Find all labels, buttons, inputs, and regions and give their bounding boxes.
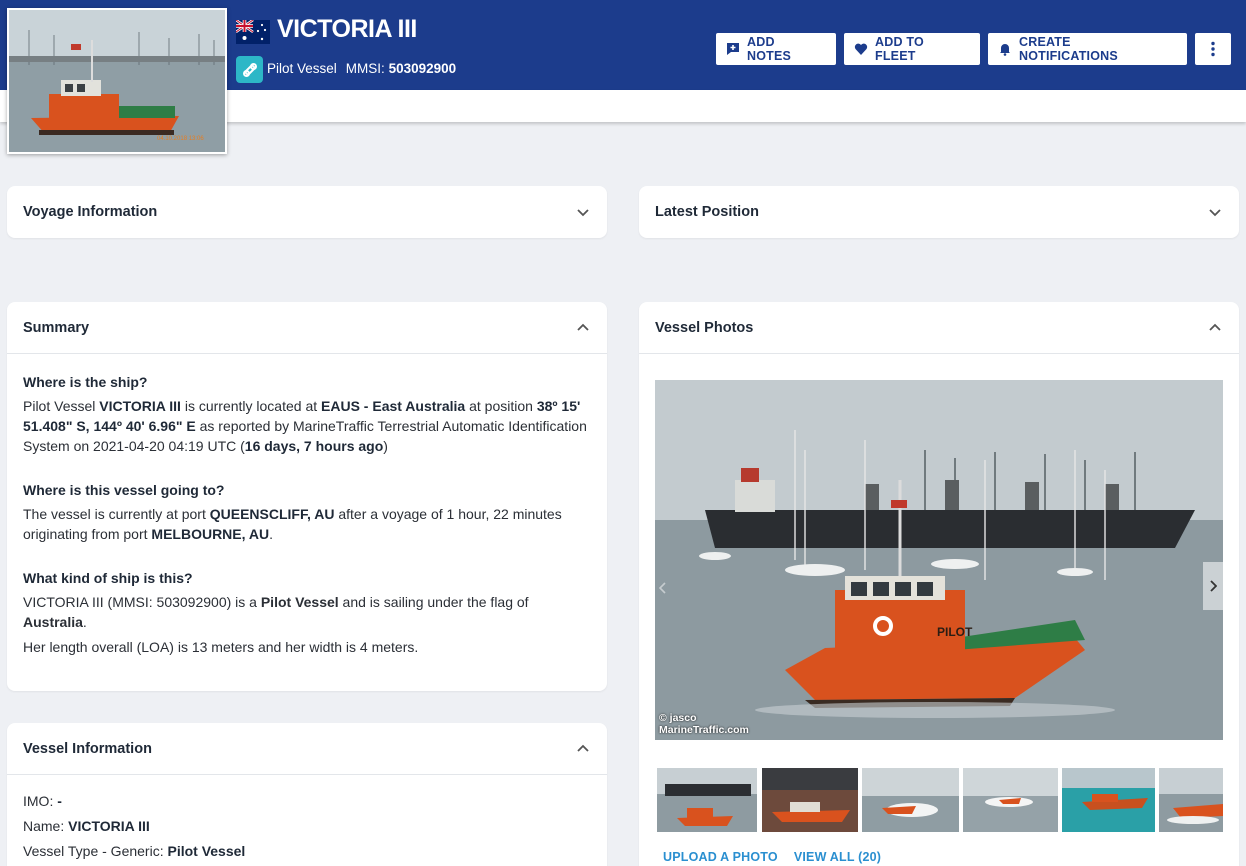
add-notes-label: ADD NOTES bbox=[747, 35, 792, 63]
vessel-main-thumbnail[interactable]: 04.10.2018 13:06 bbox=[7, 8, 227, 154]
vessel-main-photo[interactable]: PILOT © jasco MarineTraffic.com bbox=[655, 380, 1223, 740]
info-type-row: Vessel Type - Generic: Pilot Vessel bbox=[23, 843, 246, 859]
voyage-information-title: Voyage Information bbox=[23, 204, 158, 220]
photo-credit-site: MarineTraffic.com bbox=[659, 724, 749, 736]
create-notifications-button[interactable]: CREATE NOTIFICATIONS bbox=[988, 33, 1187, 65]
chevron-left-icon bbox=[659, 582, 666, 594]
add-to-fleet-button[interactable]: ADD TO FLEET bbox=[844, 33, 980, 65]
vessel-information-header[interactable]: Vessel Information bbox=[7, 723, 607, 775]
vessel-information-card: Vessel Information IMO: - Name: VICTORIA… bbox=[7, 723, 607, 866]
view-all-photos-link[interactable]: VIEW ALL (20) bbox=[794, 850, 881, 864]
vessel-information-title: Vessel Information bbox=[23, 740, 152, 757]
summary-question-destination: Where is this vessel going to? bbox=[23, 482, 225, 498]
mmsi-value: 503092900 bbox=[388, 61, 457, 76]
bell-icon bbox=[998, 42, 1012, 56]
vessel-subline: Pilot Vessel MMSI: 503092900 bbox=[267, 61, 456, 76]
chevron-up-icon bbox=[577, 323, 589, 331]
vertical-dots-icon bbox=[1211, 41, 1215, 57]
pilot-vessel-type-icon bbox=[236, 56, 263, 83]
add-to-fleet-label: ADD TO FLEET bbox=[875, 35, 924, 63]
vessel-information-body: IMO: - Name: VICTORIA III Vessel Type - … bbox=[7, 775, 607, 864]
chevron-up-icon bbox=[577, 744, 589, 752]
latest-position-card: Latest Position bbox=[639, 186, 1239, 238]
chevron-right-icon bbox=[1210, 580, 1217, 592]
summary-title: Summary bbox=[23, 319, 90, 336]
vessel-mmsi: MMSI: 503092900 bbox=[346, 61, 456, 76]
latest-position-title: Latest Position bbox=[655, 204, 759, 220]
summary-question-ship-kind: What kind of ship is this? bbox=[23, 570, 193, 586]
chevron-down-icon bbox=[1209, 209, 1221, 217]
mmsi-label: MMSI: bbox=[345, 61, 385, 76]
summary-header[interactable]: Summary bbox=[7, 302, 607, 354]
vessel-photos-card: Vessel Photos PILOT © jasco MarineTraffi… bbox=[639, 302, 1239, 866]
summary-answer-location: Pilot Vessel VICTORIA III is currently l… bbox=[23, 398, 587, 454]
photo-credit: © jasco MarineTraffic.com bbox=[659, 712, 749, 736]
summary-card: Summary Where is the ship? Pilot Vessel … bbox=[7, 302, 607, 691]
photo-thumbnail[interactable] bbox=[657, 768, 757, 832]
photo-thumbnail[interactable] bbox=[762, 768, 858, 832]
chevron-down-icon bbox=[577, 209, 589, 217]
info-name-row: Name: VICTORIA III bbox=[23, 818, 150, 834]
more-options-button[interactable] bbox=[1195, 33, 1231, 65]
latest-position-header[interactable]: Latest Position bbox=[639, 186, 1239, 238]
voyage-information-card: Voyage Information bbox=[7, 186, 607, 238]
pilot-hull-text: PILOT bbox=[937, 625, 973, 639]
photo-thumbnail[interactable] bbox=[1159, 768, 1223, 832]
upload-photo-link[interactable]: UPLOAD A PHOTO bbox=[663, 850, 778, 864]
photo-thumbnail[interactable] bbox=[963, 768, 1058, 832]
photo-next-button[interactable] bbox=[1203, 562, 1223, 610]
photo-thumbnail[interactable] bbox=[862, 768, 959, 832]
summary-answer-ship-kind: VICTORIA III (MMSI: 503092900) is a Pilo… bbox=[23, 594, 529, 630]
vessel-name-title: VICTORIA III bbox=[277, 15, 417, 43]
australia-flag-icon bbox=[236, 20, 270, 44]
photo-credit-author: © jasco bbox=[659, 712, 697, 724]
vessel-photos-title: Vessel Photos bbox=[655, 319, 754, 336]
summary-answer-destination: The vessel is currently at port QUEENSCL… bbox=[23, 506, 562, 542]
summary-body: Where is the ship? Pilot Vessel VICTORIA… bbox=[7, 354, 607, 657]
info-imo-row: IMO: - bbox=[23, 793, 62, 809]
note-plus-icon bbox=[726, 42, 740, 56]
add-notes-button[interactable]: ADD NOTES bbox=[716, 33, 836, 65]
heart-icon bbox=[854, 42, 868, 56]
photo-thumbnail[interactable] bbox=[1062, 768, 1155, 832]
summary-answer-dimensions: Her length overall (LOA) is 13 meters an… bbox=[23, 639, 419, 655]
voyage-information-header[interactable]: Voyage Information bbox=[7, 186, 607, 238]
photo-actions: UPLOAD A PHOTO VIEW ALL (20) bbox=[663, 850, 881, 864]
create-notifications-label: CREATE NOTIFICATIONS bbox=[1019, 35, 1118, 63]
thumbnail-date-stamp: 04.10.2018 13:06 bbox=[157, 136, 204, 142]
photo-thumbnail-strip bbox=[655, 768, 1223, 832]
vessel-photos-header[interactable]: Vessel Photos bbox=[639, 302, 1239, 354]
photo-prev-button[interactable] bbox=[657, 580, 669, 596]
summary-question-location: Where is the ship? bbox=[23, 374, 148, 390]
chevron-up-icon bbox=[1209, 323, 1221, 331]
vessel-type-label: Pilot Vessel bbox=[267, 61, 337, 76]
